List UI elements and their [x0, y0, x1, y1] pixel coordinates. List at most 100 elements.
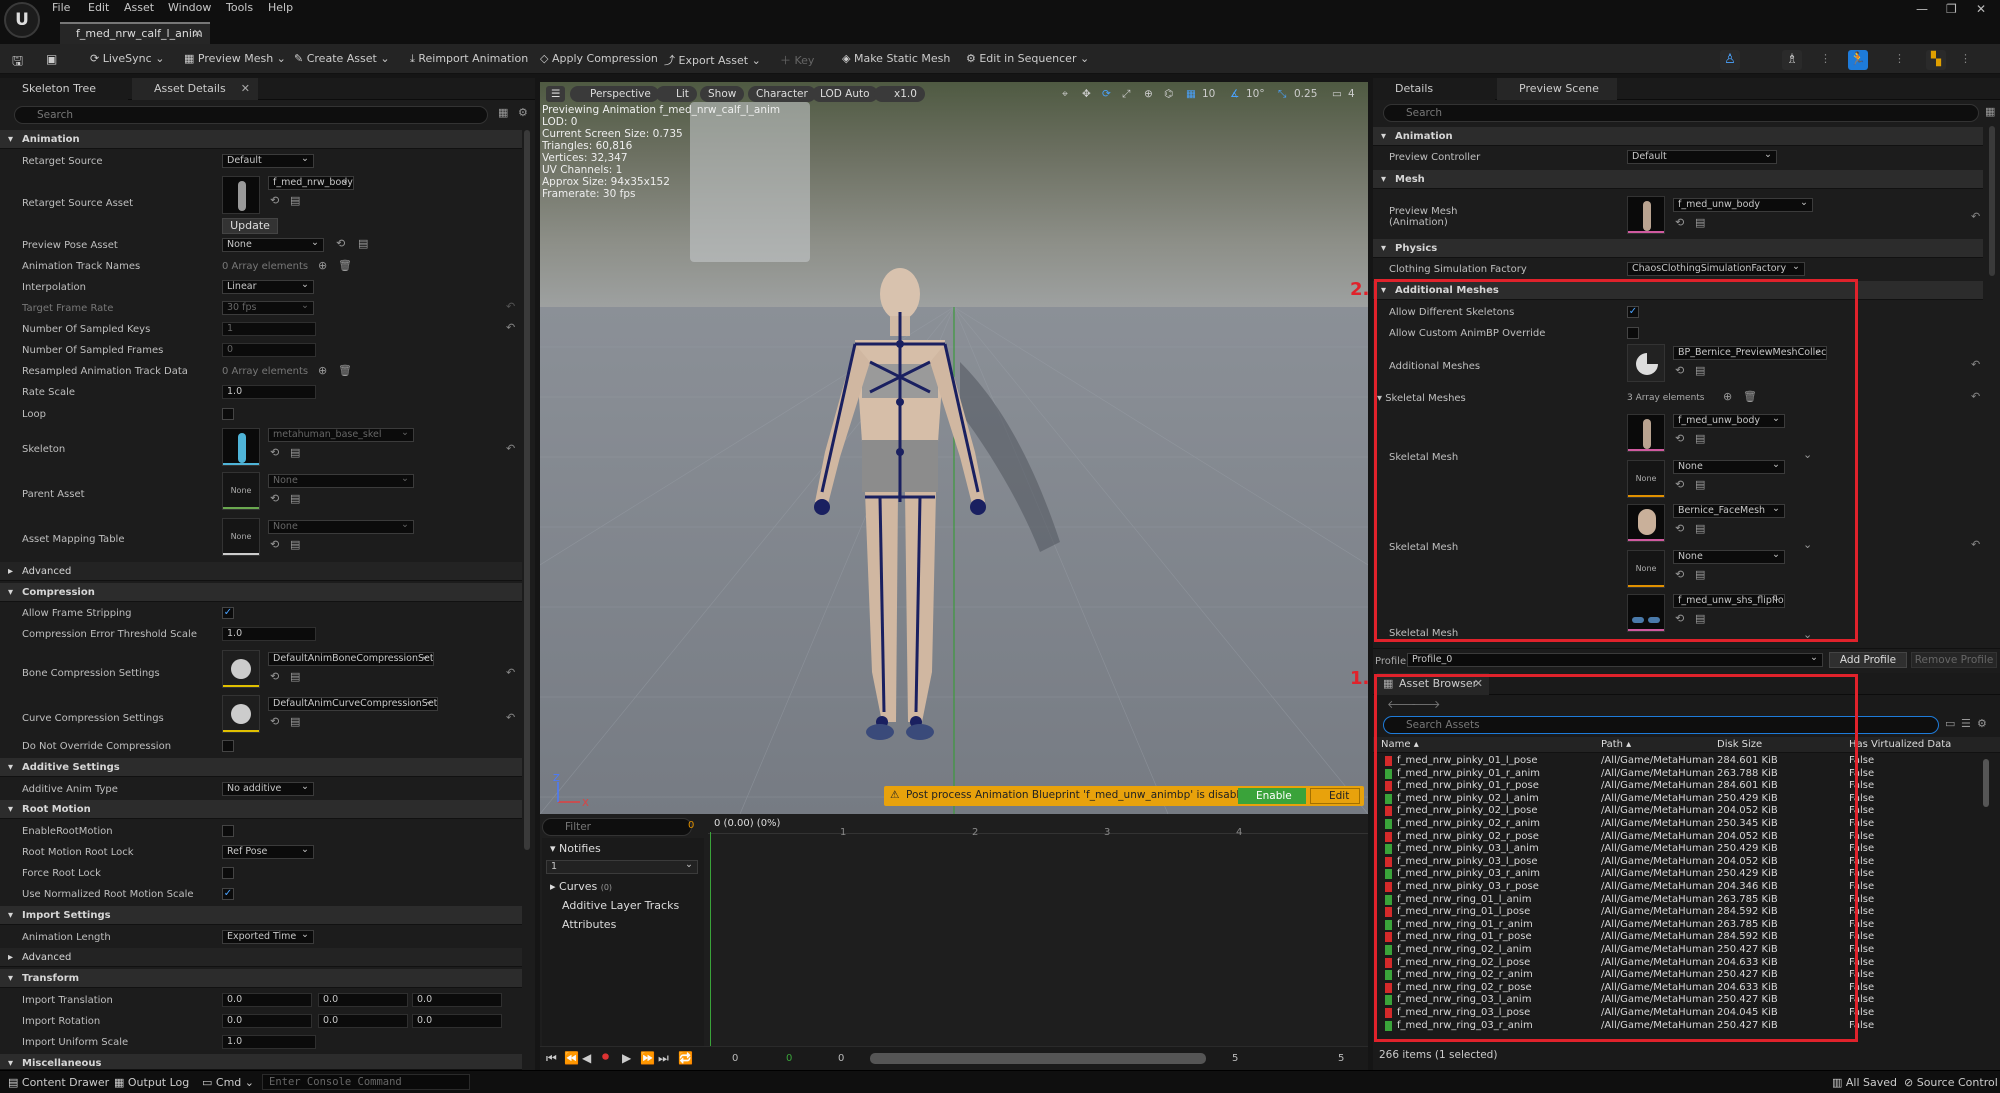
clothing-factory-dropdown[interactable]: ChaosClothingSimulationFactory [1627, 262, 1805, 276]
browse-asset-icon[interactable]: ▤ [358, 237, 368, 250]
all-saved-indicator[interactable]: ▥ All Saved [1832, 1076, 1897, 1089]
use-selected-icon[interactable]: ⟲ [270, 538, 279, 551]
table-row[interactable]: f_med_nrw_pinky_03_l_pose/All/Game/MetaH… [1373, 856, 2000, 869]
document-tab[interactable]: f_med_nrw_calf_l_anim ✕ [60, 22, 210, 44]
make-static-mesh-button[interactable]: ◈ Make Static Mesh [842, 52, 950, 65]
anim-dropdown-1[interactable]: None [1673, 550, 1785, 564]
anim-dropdown-0[interactable]: None [1673, 460, 1785, 474]
notify-track-1[interactable]: 1 [546, 860, 698, 874]
close-tab-icon[interactable]: ✕ [241, 78, 250, 100]
preview-controller-dropdown[interactable]: Default [1627, 150, 1777, 164]
more-options-icon-3[interactable]: ⋮ [1960, 52, 1971, 65]
table-row[interactable]: f_med_nrw_ring_03_l_anim/All/Game/MetaHu… [1373, 994, 2000, 1007]
allow-diff-skel-checkbox[interactable]: ✓ [1627, 306, 1639, 318]
section-advanced-import[interactable]: Advanced [0, 948, 522, 967]
use-selected-icon[interactable]: ⟲ [1675, 364, 1684, 377]
reset-icon[interactable]: ↶ [1971, 210, 1980, 223]
add-profile-button[interactable]: Add Profile [1829, 652, 1907, 668]
edit-in-sequencer-button[interactable]: ⚙ Edit in Sequencer ⌄ [966, 52, 1089, 65]
use-selected-icon[interactable]: ⟲ [1675, 478, 1684, 491]
section-animation[interactable]: Animation [0, 130, 522, 149]
menu-edit[interactable]: Edit [88, 0, 109, 16]
allow-frame-stripping-checkbox[interactable]: ✓ [222, 607, 234, 619]
browse-asset-icon[interactable]: ▤ [290, 446, 300, 459]
table-row[interactable]: f_med_nrw_pinky_01_r_anim/All/Game/MetaH… [1373, 768, 2000, 781]
menu-help[interactable]: Help [268, 0, 293, 16]
use-selected-icon[interactable]: ⟲ [1675, 568, 1684, 581]
table-row[interactable]: f_med_nrw_ring_02_l_anim/All/Game/MetaHu… [1373, 944, 2000, 957]
scale-snap-value[interactable]: 0.25 [1294, 86, 1317, 102]
close-tab-icon[interactable]: ✕ [1474, 673, 1483, 695]
preview-pose-asset-dropdown[interactable]: None [222, 238, 324, 252]
section-mesh[interactable]: Mesh [1373, 170, 1983, 189]
reset-icon[interactable]: ↶ [1971, 538, 1980, 551]
retarget-source-dropdown[interactable]: Default [222, 154, 314, 168]
add-element-icon[interactable]: ⊕ [1723, 390, 1732, 403]
save-icon[interactable]: 🖫 [12, 52, 23, 74]
use-selected-icon[interactable]: ⟲ [270, 670, 279, 683]
key-button[interactable]: ＋ Key [780, 52, 814, 68]
settings-icon[interactable]: ⚙ [518, 106, 528, 119]
tab-asset-browser[interactable]: ▦ Asset Browser ✕ [1377, 673, 1489, 695]
save-search-icon[interactable]: ▭ [1945, 717, 1955, 730]
loop-icon[interactable]: 🔁 [678, 1051, 693, 1065]
go-to-end-icon[interactable]: ⏭ [658, 1051, 669, 1066]
section-additional-meshes[interactable]: Additional Meshes [1373, 281, 1983, 300]
table-view-icon[interactable]: ▦ [498, 106, 508, 119]
apply-compression-button[interactable]: ◇ Apply Compression [540, 52, 658, 65]
section-animation[interactable]: Animation [1373, 127, 1983, 146]
expand-icon[interactable]: ⌄ [1803, 628, 1812, 641]
time-ruler[interactable]: 0 (0.00) (0%) 1 2 3 4 [708, 814, 1368, 838]
browse-asset-icon[interactable]: ▤ [1695, 522, 1705, 535]
play-reverse-icon[interactable]: ◀ [582, 1051, 591, 1065]
forward-icon[interactable]: 🡒 [1411, 697, 1441, 711]
do-not-override-checkbox[interactable] [222, 740, 234, 752]
reset-icon[interactable]: ↶ [1971, 358, 1980, 371]
asset-search-input[interactable]: Search Assets [1383, 716, 1939, 734]
reset-icon[interactable]: ↶ [506, 711, 515, 724]
console-command-input[interactable]: Enter Console Command [262, 1074, 470, 1090]
section-physics[interactable]: Physics [1373, 239, 1983, 258]
unreal-logo-icon[interactable]: U [4, 2, 40, 38]
table-row[interactable]: f_med_nrw_ring_01_r_anim/All/Game/MetaHu… [1373, 919, 2000, 932]
browse-asset-icon[interactable]: ▤ [1695, 568, 1705, 581]
lit-button[interactable]: Lit [656, 86, 697, 102]
close-window-icon[interactable]: ✕ [1976, 2, 1986, 16]
viewport[interactable]: X Z ☰ Perspective Lit Show Character LOD… [540, 82, 1368, 814]
trash-icon[interactable]: 🗑 [338, 259, 352, 272]
angle-snap-value[interactable]: 10° [1246, 86, 1265, 102]
section-transform[interactable]: Transform [0, 969, 522, 988]
browse-icon[interactable]: ▣ [46, 52, 57, 66]
add-element-icon[interactable]: ⊕ [318, 259, 327, 272]
browse-asset-icon[interactable]: ▤ [290, 670, 300, 683]
import-translation-x[interactable]: 0.0 [222, 993, 312, 1007]
preview-mesh-dropdown[interactable]: f_med_unw_body [1673, 198, 1813, 212]
filter-icon[interactable]: ☰ [1961, 717, 1971, 730]
menu-file[interactable]: File [52, 0, 70, 16]
tab-asset-details[interactable]: Asset Details ✕ [132, 78, 258, 100]
go-to-start-icon[interactable]: ⏮ [546, 1051, 557, 1066]
skeletal-mesh-dropdown-1[interactable]: Bernice_FaceMesh [1673, 504, 1785, 518]
table-row[interactable]: f_med_nrw_pinky_03_r_pose/All/Game/MetaH… [1373, 881, 2000, 894]
table-row[interactable]: f_med_nrw_ring_02_r_pose/All/Game/MetaHu… [1373, 982, 2000, 995]
normalized-root-checkbox[interactable]: ✓ [222, 888, 234, 900]
reset-icon[interactable]: ↶ [506, 321, 515, 334]
tab-preview-scene-settings[interactable]: Preview Scene S...✕ [1497, 78, 1617, 117]
table-row[interactable]: f_med_nrw_ring_02_r_anim/All/Game/MetaHu… [1373, 969, 2000, 982]
export-asset-button[interactable]: ⤴ Export Asset ⌄ [664, 52, 761, 68]
section-compression[interactable]: Compression [0, 583, 522, 602]
skeletal-mesh-dropdown-2[interactable]: f_med_unw_shs_flipflops [1673, 594, 1785, 608]
browse-asset-icon[interactable]: ▤ [290, 194, 300, 207]
minimize-icon[interactable]: — [1916, 2, 1928, 16]
perspective-button[interactable]: Perspective [570, 86, 659, 102]
add-element-icon[interactable]: ⊕ [318, 364, 327, 377]
column-path[interactable]: Path ▴ [1601, 739, 1631, 750]
preview-search-input[interactable]: Search [1383, 104, 1979, 122]
surface-snap-icon[interactable]: ⌬ [1164, 86, 1173, 102]
import-translation-z[interactable]: 0.0 [412, 993, 502, 1007]
track-curves[interactable]: ▸ Curves (0) [550, 880, 612, 893]
trash-icon[interactable]: 🗑 [338, 364, 352, 377]
cmd-button[interactable]: ▭ Cmd ⌄ [202, 1076, 254, 1089]
root-motion-lock-dropdown[interactable]: Ref Pose [222, 845, 314, 859]
scrollbar[interactable] [1983, 759, 1989, 807]
